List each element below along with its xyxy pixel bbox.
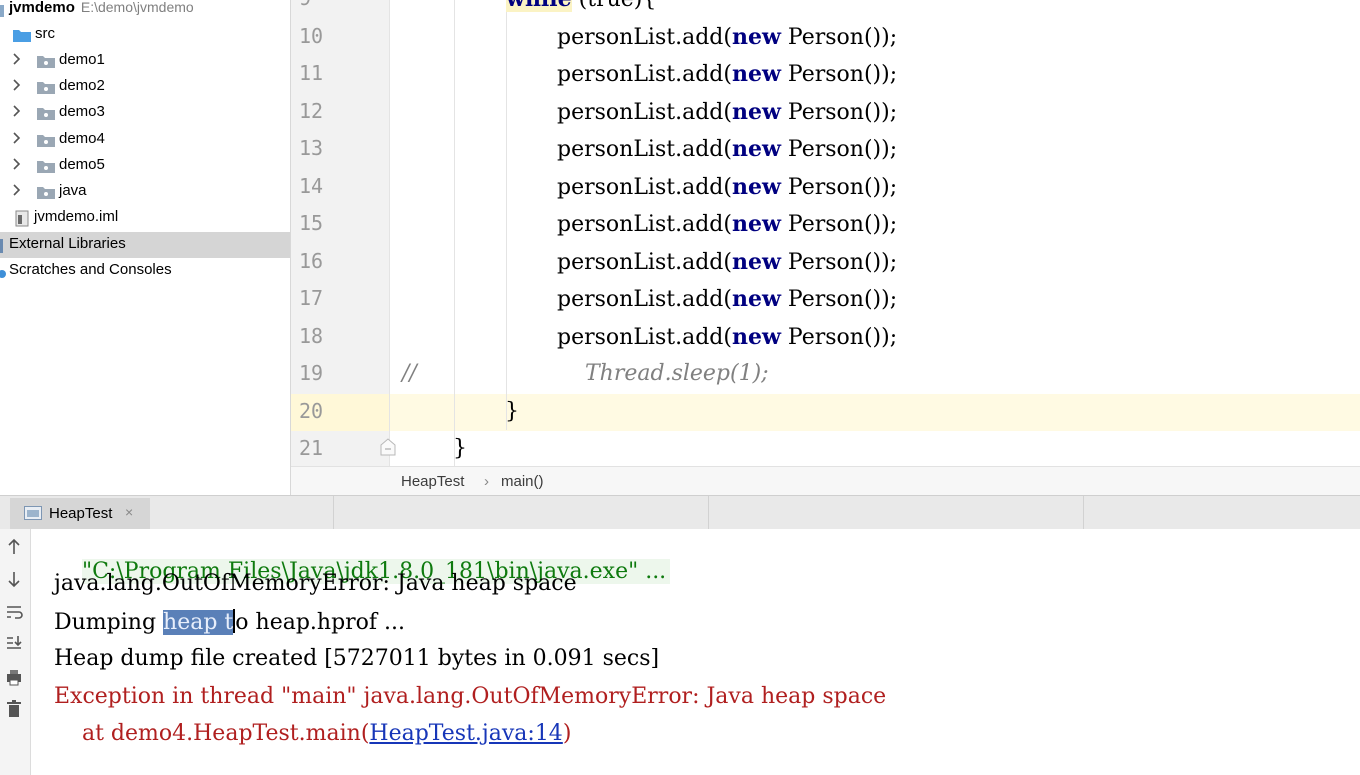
code-editor[interactable]: 9 while (true){ 10 personList.add(new Pe…	[291, 0, 1360, 466]
chevron-right-icon[interactable]	[11, 103, 25, 119]
code-line: while (true){	[390, 0, 1360, 18]
breadcrumb: HeapTest › main()	[291, 466, 1360, 496]
breadcrumb-class[interactable]: HeapTest	[401, 473, 464, 490]
module-icon	[0, 4, 4, 18]
console-stacktrace-line: at demo4.HeapTest.main(HeapTest.java:14)	[54, 721, 572, 746]
tree-item-demo3[interactable]: demo3	[0, 100, 290, 126]
code-line: personList.add(new Person());	[557, 61, 898, 87]
project-tool-window: jvmdemo E:\demo\jvmdemo src demo1 demo2 d…	[0, 0, 291, 495]
tree-item-label: src	[35, 25, 55, 42]
divider	[708, 496, 709, 529]
console-output[interactable]: "C:\Program Files\Java\jdk1.8.0_181\bin\…	[31, 529, 1360, 775]
arrow-up-icon[interactable]	[4, 537, 24, 557]
source-folder-icon	[13, 28, 31, 42]
soft-wrap-icon[interactable]	[4, 602, 24, 622]
console-line: Dumping heap to heap.hprof ...	[54, 609, 406, 635]
line-number: 12	[299, 99, 324, 123]
run-tab-heaptest[interactable]: HeapTest ×	[10, 498, 150, 529]
code-line: personList.add(new Person());	[557, 249, 898, 275]
line-number: 18	[299, 324, 324, 348]
line-number: 19	[299, 361, 324, 385]
tree-item-label: External Libraries	[9, 235, 126, 252]
tree-root-label: jvmdemo	[9, 0, 75, 16]
line-number: 10	[299, 24, 324, 48]
text-selection: heap t	[163, 610, 234, 635]
console-toolbar	[0, 529, 31, 775]
console-command-line: "C:\Program Files\Java\jdk1.8.0_181\bin\…	[54, 534, 671, 584]
iml-file-icon	[15, 210, 29, 227]
console-line: Heap dump file created [5727011 bytes in…	[54, 646, 660, 671]
tree-item-demo1[interactable]: demo1	[0, 48, 290, 74]
console-line: java.lang.OutOfMemoryError: Java heap sp…	[54, 571, 577, 596]
tree-item-scratches[interactable]: Scratches and Consoles	[0, 258, 290, 284]
line-number: 9	[291, 0, 387, 18]
close-icon[interactable]: ×	[125, 504, 133, 520]
chevron-right-icon[interactable]	[11, 77, 25, 93]
code-line: personList.add(new Person());	[557, 99, 898, 125]
chevron-right-icon[interactable]	[11, 182, 25, 198]
stacktrace-link[interactable]: HeapTest.java:14	[369, 721, 562, 746]
chevron-right-icon[interactable]	[11, 156, 25, 172]
code-line: }	[453, 436, 467, 461]
library-icon	[0, 239, 6, 253]
tree-item-demo4[interactable]: demo4	[0, 127, 290, 153]
line-number: 11	[299, 61, 324, 85]
line-number: 15	[299, 211, 324, 235]
line-number: 17	[299, 286, 324, 310]
tree-item-demo2[interactable]: demo2	[0, 74, 290, 100]
line-number: 21	[299, 436, 324, 460]
tree-item-label: java	[59, 182, 87, 199]
tree-item-java[interactable]: java	[0, 179, 290, 205]
print-icon[interactable]	[4, 667, 24, 687]
chevron-right-icon[interactable]	[11, 130, 25, 146]
package-icon	[37, 80, 55, 94]
tree-item-label: demo3	[59, 103, 105, 120]
run-tab-label: HeapTest	[49, 505, 113, 522]
chevron-right-icon[interactable]	[11, 51, 25, 67]
code-line: personList.add(new Person());	[557, 211, 898, 237]
breadcrumb-method[interactable]: main()	[501, 473, 544, 490]
trash-icon[interactable]	[4, 699, 24, 719]
package-icon	[37, 54, 55, 68]
package-icon	[37, 185, 55, 199]
package-icon	[37, 159, 55, 173]
tree-item-label: demo4	[59, 130, 105, 147]
line-number: 14	[299, 174, 324, 198]
tree-item-label: demo2	[59, 77, 105, 94]
scratches-icon	[0, 265, 6, 279]
tree-item-label: Scratches and Consoles	[9, 261, 172, 278]
package-icon	[37, 106, 55, 120]
run-config-icon	[24, 506, 42, 520]
tree-item-label: jvmdemo.iml	[34, 208, 119, 225]
line-number: 13	[299, 136, 324, 160]
scroll-to-end-icon[interactable]	[4, 633, 24, 653]
line-number: 16	[299, 249, 324, 273]
code-line-comment: // Thread.sleep(1);	[402, 361, 769, 386]
tree-item-iml[interactable]: jvmdemo.iml	[0, 205, 290, 231]
code-line: }	[505, 399, 519, 424]
divider	[1083, 496, 1084, 529]
code-line: personList.add(new Person());	[557, 286, 898, 312]
console-error-line: Exception in thread "main" java.lang.Out…	[54, 684, 887, 709]
breadcrumb-separator: ›	[484, 473, 489, 490]
tree-root-path: E:\demo\jvmdemo	[80, 0, 194, 15]
tree-root-jvmdemo[interactable]: jvmdemo E:\demo\jvmdemo	[0, 0, 290, 22]
tree-item-label: demo5	[59, 156, 105, 173]
code-line: personList.add(new Person());	[557, 324, 898, 350]
tree-item-src[interactable]: src	[0, 22, 290, 48]
code-line: personList.add(new Person());	[557, 174, 898, 200]
tree-item-demo5[interactable]: demo5	[0, 153, 290, 179]
tree-item-external-libraries[interactable]: External Libraries	[0, 232, 290, 258]
divider	[333, 496, 334, 529]
tree-item-label: demo1	[59, 51, 105, 68]
arrow-down-icon[interactable]	[4, 569, 24, 589]
line-number: 20	[299, 399, 324, 423]
code-line: personList.add(new Person());	[557, 24, 898, 50]
run-tool-window-header: HeapTest ×	[0, 495, 1360, 530]
code-line: personList.add(new Person());	[557, 136, 898, 162]
package-icon	[37, 133, 55, 147]
